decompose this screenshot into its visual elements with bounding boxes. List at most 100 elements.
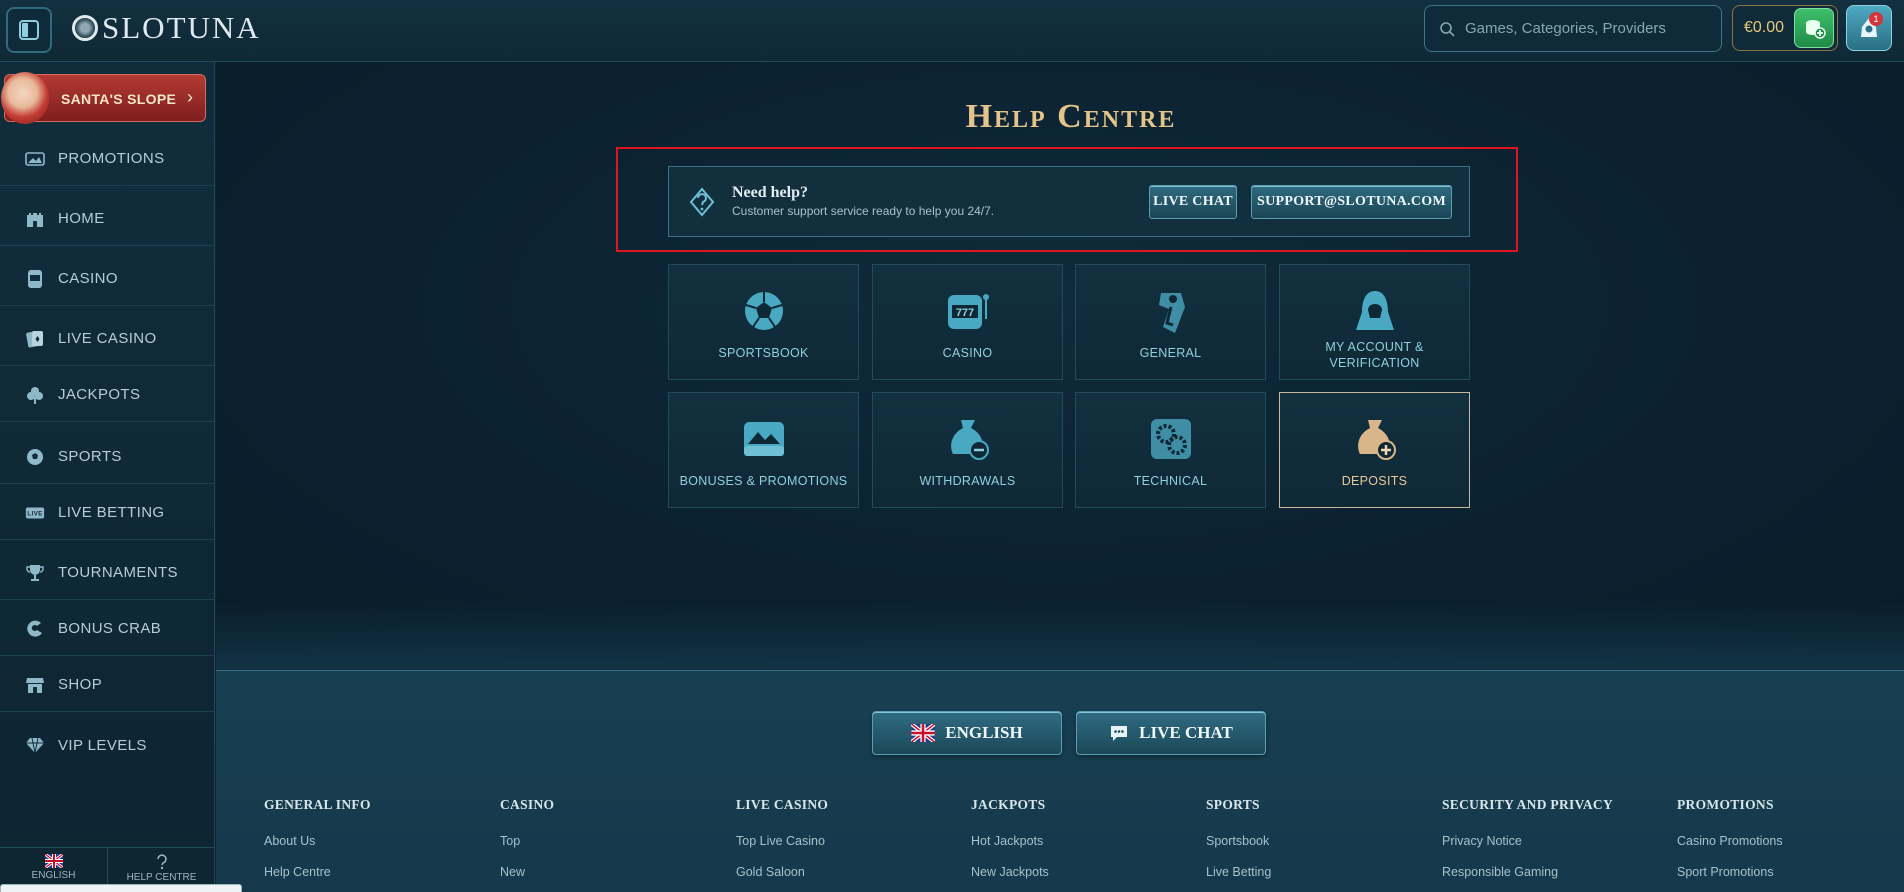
treasure-chest-icon [740, 415, 788, 463]
site-logo[interactable]: SLOTUNA [72, 10, 261, 46]
coins-plus-icon [1806, 20, 1826, 39]
deposit-button[interactable] [1794, 8, 1834, 48]
chat-bubble-icon [1111, 726, 1128, 741]
footer-link[interactable]: New [500, 865, 554, 879]
category-general[interactable]: GENERAL [1075, 264, 1266, 380]
soccer-ball-icon [25, 447, 45, 467]
sidebar-item-jackpots[interactable]: JACKPOTS [0, 368, 214, 422]
info-icon [1147, 287, 1195, 335]
promotions-icon [25, 149, 45, 169]
sidebar-item-live-casino[interactable]: LIVE CASINO [0, 312, 214, 366]
footer-live-chat-label: LIVE CHAT [1139, 723, 1233, 742]
footer-column-title: SECURITY AND PRIVACY [1442, 797, 1614, 812]
footer-link[interactable]: Sport Promotions [1677, 865, 1783, 879]
category-sportsbook[interactable]: SPORTSBOOK [668, 264, 859, 380]
search-input[interactable] [1465, 20, 1705, 37]
live-chat-button[interactable]: LIVE CHAT [1149, 185, 1237, 219]
help-icon [156, 854, 167, 870]
crab-claw-icon [25, 619, 45, 639]
help-centre-label: HELP CENTRE [126, 872, 197, 883]
sidebar: SANTA'S SLOPE › PROMOTIONS HOME CASINO L… [0, 62, 215, 892]
sidebar-item-label: SPORTS [58, 448, 122, 465]
trophy-icon [25, 563, 45, 583]
sidebar-toggle-button[interactable] [6, 7, 52, 53]
logo-globe-icon [72, 15, 98, 41]
footer-column-title: LIVE CASINO [736, 797, 829, 812]
category-bonuses[interactable]: BONUSES & PROMOTIONS [668, 392, 859, 508]
footer-link[interactable]: Gold Saloon [736, 865, 828, 879]
sidebar-item-vip-levels[interactable]: VIP LEVELS [0, 718, 214, 772]
category-label: GENERAL [1139, 346, 1202, 360]
background-skyline [216, 602, 1904, 672]
footer-link[interactable]: Hot Jackpots [971, 834, 1049, 848]
search-icon [1440, 21, 1455, 37]
chevron-right-icon: › [187, 87, 193, 107]
sidebar-item-label: LIVE BETTING [58, 504, 165, 521]
money-bag-plus-icon [1351, 415, 1399, 463]
footer-link[interactable]: Responsible Gaming [1442, 865, 1613, 879]
footer-language-button[interactable]: ENGLISH [872, 711, 1062, 755]
santas-slope-banner[interactable]: SANTA'S SLOPE › [1, 72, 206, 124]
language-label: ENGLISH [31, 870, 76, 881]
uk-flag-icon [44, 854, 63, 868]
footer-link[interactable]: Casino Promotions [1677, 834, 1783, 848]
sidebar-item-home[interactable]: HOME [0, 192, 214, 246]
category-deposits[interactable]: DEPOSITS [1279, 392, 1470, 508]
sidebar-item-live-betting[interactable]: LIVE LIVE BETTING [0, 486, 214, 540]
category-withdrawals[interactable]: WITHDRAWALS [872, 392, 1063, 508]
footer: ENGLISH LIVE CHAT GENERAL INFO About Us … [216, 670, 1904, 892]
sidebar-item-bonus-crab[interactable]: BONUS CRAB [0, 602, 214, 656]
sidebar-item-label: LIVE CASINO [58, 330, 157, 347]
need-help-panel: Need help? Customer support service read… [668, 166, 1470, 237]
hooded-figure-icon [1351, 287, 1399, 335]
footer-link[interactable]: Live Betting [1206, 865, 1271, 879]
footer-language-label: ENGLISH [945, 723, 1023, 742]
need-help-subtitle: Customer support service ready to help y… [732, 204, 995, 218]
sidebar-item-promotions[interactable]: PROMOTIONS [0, 132, 214, 186]
category-label: MY ACCOUNT & VERIFICATION [1325, 340, 1424, 370]
footer-column-title: GENERAL INFO [264, 797, 371, 812]
sidebar-item-shop[interactable]: SHOP [0, 658, 214, 712]
category-casino[interactable]: 777 CASINO [872, 264, 1063, 380]
footer-column-general-info: GENERAL INFO About Us Help Centre [264, 797, 371, 879]
footer-link[interactable]: New Jackpots [971, 865, 1049, 879]
footer-column-promotions: PROMOTIONS Casino Promotions Sport Promo… [1677, 797, 1783, 879]
sidebar-item-label: TOURNAMENTS [58, 564, 178, 581]
footer-link[interactable]: Sportsbook [1206, 834, 1271, 848]
notifications-button[interactable]: 1 [1846, 5, 1892, 51]
footer-link[interactable]: Help Centre [264, 865, 371, 879]
live-icon: LIVE [25, 503, 45, 523]
sidebar-item-sports[interactable]: SPORTS [0, 430, 214, 484]
category-my-account[interactable]: MY ACCOUNT & VERIFICATION [1279, 264, 1470, 380]
sidebar-item-label: HOME [58, 210, 105, 227]
top-bar: SLOTUNA €0.00 1 [0, 0, 1904, 62]
footer-column-jackpots: JACKPOTS Hot Jackpots New Jackpots [971, 797, 1049, 879]
category-technical[interactable]: TECHNICAL [1075, 392, 1266, 508]
footer-live-chat-button[interactable]: LIVE CHAT [1076, 711, 1266, 755]
footer-link[interactable]: About Us [264, 834, 371, 848]
footer-column-sports: SPORTS Sportsbook Live Betting [1206, 797, 1271, 879]
sidebar-toggle-icon [19, 20, 39, 40]
footer-column-title: PROMOTIONS [1677, 797, 1774, 812]
sidebar-item-tournaments[interactable]: TOURNAMENTS [0, 546, 214, 600]
footer-link[interactable]: Top [500, 834, 554, 848]
sidebar-item-casino[interactable]: CASINO [0, 252, 214, 306]
footer-column-title: SPORTS [1206, 797, 1260, 812]
footer-link[interactable]: Top Live Casino [736, 834, 828, 848]
search-bar[interactable] [1424, 5, 1722, 52]
support-email-button[interactable]: SUPPORT@SLOTUNA.COM [1251, 185, 1452, 219]
balance-amount: €0.00 [1744, 19, 1785, 36]
svg-text:LIVE: LIVE [27, 510, 43, 517]
logo-text: SLOTUNA [102, 10, 261, 45]
status-tooltip [0, 884, 242, 892]
sidebar-item-label: PROMOTIONS [58, 150, 165, 167]
uk-flag-icon [911, 724, 936, 742]
diamond-icon [25, 735, 45, 755]
footer-link[interactable]: Privacy Notice [1442, 834, 1613, 848]
footer-column-title: CASINO [500, 797, 555, 812]
slot-machine-icon [25, 269, 45, 289]
promo-banner-label: SANTA'S SLOPE [61, 91, 177, 107]
gears-icon [1147, 415, 1195, 463]
slot-machine-icon: 777 [944, 287, 992, 335]
footer-column-live-casino: LIVE CASINO Top Live Casino Gold Saloon [736, 797, 828, 879]
